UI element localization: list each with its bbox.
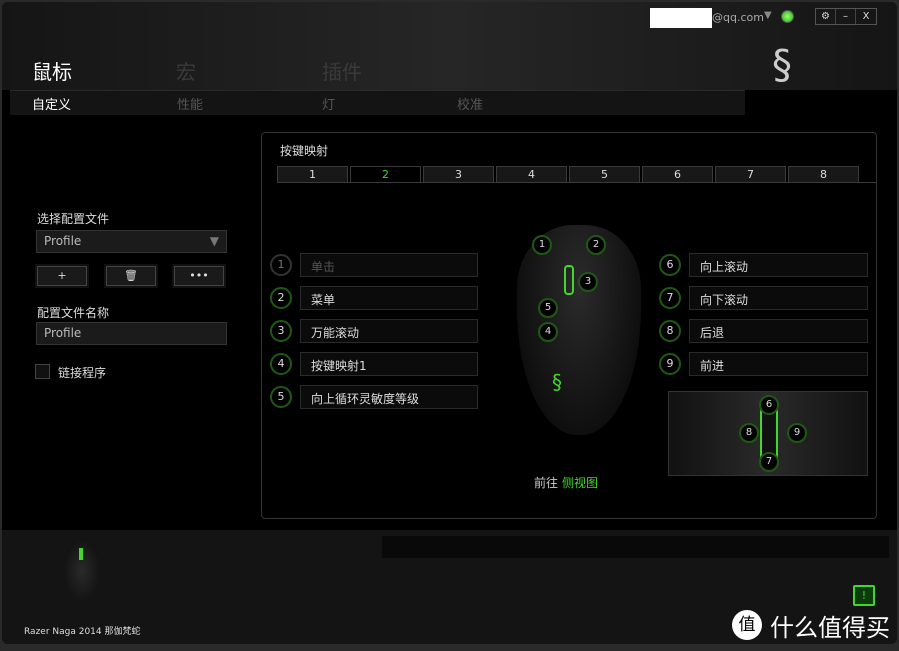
- button-number: 7: [659, 287, 681, 309]
- hotspot-5[interactable]: 5: [538, 298, 558, 318]
- profile-label: 选择配置文件: [37, 212, 110, 226]
- device-name: Razer Naga 2014 那伽梵蛇: [24, 627, 141, 637]
- razer-logo: §: [772, 42, 792, 88]
- account-dropdown-icon[interactable]: ▼: [764, 10, 772, 21]
- minimize-button[interactable]: –: [836, 9, 856, 24]
- button-number: 1: [270, 254, 292, 276]
- tab-3[interactable]: 3: [423, 166, 494, 183]
- profile-select[interactable]: Profile ▼: [36, 230, 227, 253]
- button-number: 9: [659, 353, 681, 375]
- window-controls: ⚙ – X: [815, 8, 877, 25]
- mapping-button-9[interactable]: 前进: [689, 352, 868, 376]
- account-email[interactable]: @qq.com: [712, 11, 764, 24]
- hotspot-8[interactable]: 8: [739, 423, 759, 443]
- hotspot-6[interactable]: 6: [759, 395, 779, 415]
- tab-8[interactable]: 8: [788, 166, 859, 183]
- profile-value: Profile: [44, 234, 82, 248]
- watermark-text: 什么值得买: [770, 614, 890, 642]
- mouse-top-image: §: [517, 225, 641, 435]
- alert-button[interactable]: !: [853, 585, 875, 606]
- hotspot-9[interactable]: 9: [787, 423, 807, 443]
- mapping-button-5[interactable]: 向上循环灵敏度等级: [300, 385, 478, 409]
- button-number: 5: [270, 386, 292, 408]
- subtab-performance[interactable]: 性能: [177, 94, 203, 113]
- side-view-link[interactable]: 侧视图: [562, 474, 598, 491]
- hotspot-2[interactable]: 2: [586, 235, 606, 255]
- tab-macro[interactable]: 宏: [176, 56, 196, 85]
- more-options-button[interactable]: •••: [174, 266, 224, 286]
- app-window: @qq.com ▼ ⚙ – X 鼠标 宏 插件 § 自定义 性能 灯 校准 选择…: [2, 2, 897, 644]
- button-number: 3: [270, 320, 292, 342]
- mapping-button-7[interactable]: 向下滚动: [689, 286, 868, 310]
- subtab-customize[interactable]: 自定义: [32, 94, 71, 113]
- profile-name-input[interactable]: Profile: [36, 322, 227, 345]
- device-image[interactable]: [64, 540, 100, 602]
- tab-1[interactable]: 1: [277, 166, 348, 183]
- button-number: 4: [270, 353, 292, 375]
- hotspot-4[interactable]: 4: [538, 322, 558, 342]
- panel-title: 按键映射: [280, 144, 329, 158]
- settings-button[interactable]: ⚙: [816, 9, 836, 24]
- device-wheel: [79, 548, 83, 560]
- profile-tabs: 1 2 3 4 5 6 7 8: [277, 166, 859, 183]
- tab-mouse[interactable]: 鼠标: [32, 56, 72, 85]
- tab-divider: [277, 182, 876, 183]
- scroll-wheel: [564, 265, 574, 295]
- hotspot-7[interactable]: 7: [759, 452, 779, 472]
- tab-5[interactable]: 5: [569, 166, 640, 183]
- footer-bar: [382, 536, 889, 558]
- link-program-label: 链接程序: [58, 366, 107, 380]
- profile-name-label: 配置文件名称: [37, 306, 110, 320]
- online-status-icon: [781, 10, 794, 23]
- hotspot-3[interactable]: 3: [578, 272, 598, 292]
- sub-navigation: [10, 90, 745, 115]
- button-number: 8: [659, 320, 681, 342]
- tab-7[interactable]: 7: [715, 166, 786, 183]
- mapping-button-2[interactable]: 菜单: [300, 286, 478, 310]
- mapping-button-8[interactable]: 后退: [689, 319, 868, 343]
- mapping-button-4[interactable]: 按键映射1: [300, 352, 478, 376]
- mapping-button-3[interactable]: 万能滚动: [300, 319, 478, 343]
- chevron-down-icon: ▼: [209, 234, 219, 248]
- tab-2[interactable]: 2: [350, 166, 421, 183]
- mapping-button-1[interactable]: 单击: [300, 253, 478, 277]
- watermark-badge: 值: [732, 610, 762, 640]
- key-mapping-panel: 按键映射 1 2 3 4 5 6 7 8 1 单击 2 菜单 3 万能滚动 4 …: [261, 132, 877, 519]
- tab-6[interactable]: 6: [642, 166, 713, 183]
- hotspot-1[interactable]: 1: [532, 235, 552, 255]
- close-button[interactable]: X: [856, 9, 876, 24]
- goto-prefix: 前往: [534, 476, 559, 490]
- add-profile-button[interactable]: +: [37, 266, 87, 286]
- tab-4[interactable]: 4: [496, 166, 567, 183]
- razer-logo-icon: §: [552, 370, 562, 394]
- link-program-checkbox[interactable]: [35, 364, 50, 379]
- subtab-calibration[interactable]: 校准: [457, 94, 483, 113]
- mapping-button-6[interactable]: 向上滚动: [689, 253, 868, 277]
- tab-plugins[interactable]: 插件: [322, 56, 362, 85]
- button-number: 2: [270, 287, 292, 309]
- scroll-wheel-closeup: 6 7 8 9: [668, 391, 868, 476]
- button-number: 6: [659, 254, 681, 276]
- subtab-lighting[interactable]: 灯: [322, 94, 335, 113]
- email-redaction: [650, 8, 712, 28]
- delete-profile-button[interactable]: 🗑: [106, 266, 156, 286]
